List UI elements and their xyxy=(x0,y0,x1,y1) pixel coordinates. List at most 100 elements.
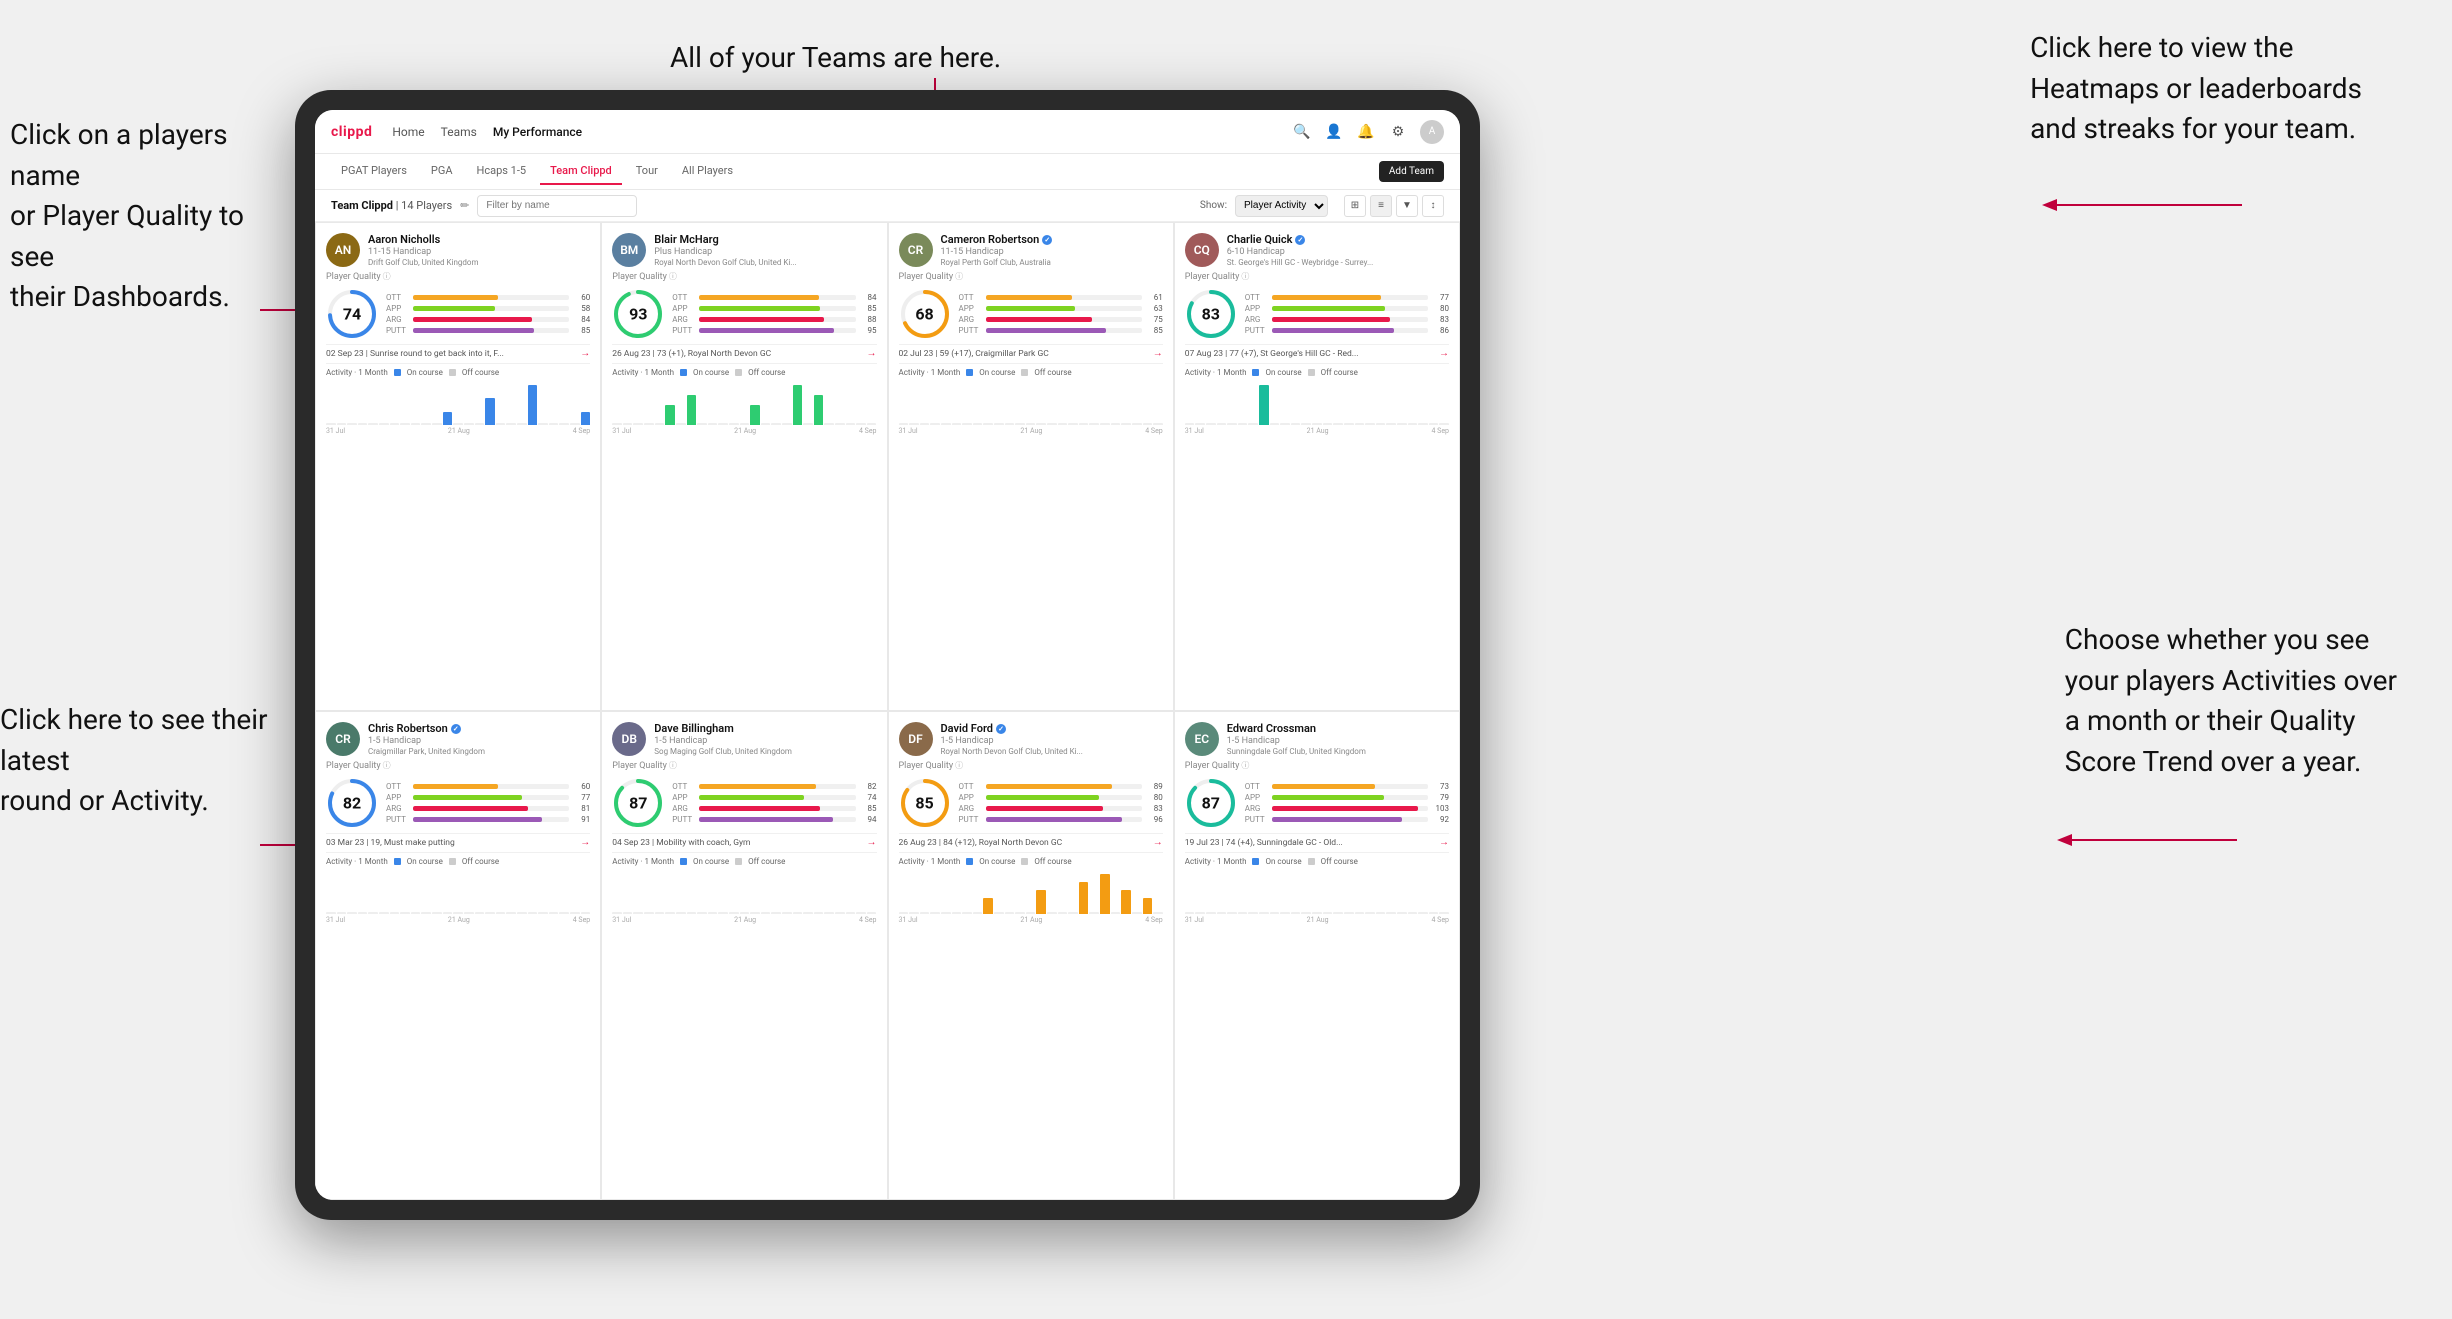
tab-all-players[interactable]: All Players xyxy=(672,158,743,185)
stat-value: 73 xyxy=(1431,782,1449,791)
player-name[interactable]: Charlie Quick ✓ xyxy=(1227,233,1449,246)
edit-icon[interactable]: ✏ xyxy=(460,199,469,212)
stat-value: 85 xyxy=(859,304,877,313)
annotation-top-right: Click here to view the Heatmaps or leade… xyxy=(2030,28,2362,150)
quality-circle[interactable]: 82 xyxy=(326,777,378,829)
bell-icon[interactable]: 🔔 xyxy=(1356,122,1376,142)
add-team-button[interactable]: Add Team xyxy=(1379,161,1444,182)
chart-labels: 31 Jul 21 Aug 4 Sep xyxy=(326,916,590,924)
quality-section[interactable]: 74 OTT 60 APP xyxy=(326,288,590,340)
show-select[interactable]: Player Activity xyxy=(1235,195,1328,217)
quality-circle[interactable]: 87 xyxy=(1185,777,1237,829)
tab-pga[interactable]: PGA xyxy=(421,158,463,185)
settings-icon[interactable]: ⚙ xyxy=(1388,122,1408,142)
show-label: Show: xyxy=(1200,200,1227,211)
user-icon[interactable]: 👤 xyxy=(1324,122,1344,142)
quality-section[interactable]: 93 OTT 84 APP xyxy=(612,288,876,340)
on-course-dot xyxy=(680,858,687,865)
chart-label-mid: 21 Aug xyxy=(448,427,470,435)
filter-button[interactable]: ▼ xyxy=(1396,195,1418,217)
stat-label: ARG xyxy=(959,315,983,324)
nav-teams[interactable]: Teams xyxy=(441,121,477,143)
last-round[interactable]: 07 Aug 23 | 77 (+7), St George's Hill GC… xyxy=(1185,344,1449,359)
chart-bar xyxy=(708,423,718,425)
quality-circle[interactable]: 93 xyxy=(612,288,664,340)
chart-bar xyxy=(379,912,389,914)
chart-bar xyxy=(1408,423,1418,425)
stat-value: 58 xyxy=(572,304,590,313)
chart-bar xyxy=(930,423,940,425)
tab-tour[interactable]: Tour xyxy=(626,158,668,185)
tab-team-clippd[interactable]: Team Clippd xyxy=(540,158,622,185)
player-info: Dave Billingham 1-5 Handicap Sog Maging … xyxy=(654,722,876,756)
quality-circle[interactable]: 74 xyxy=(326,288,378,340)
chart-bar xyxy=(973,423,983,425)
quality-section[interactable]: 87 OTT 82 APP xyxy=(612,777,876,829)
chart-label-mid: 21 Aug xyxy=(1020,427,1042,435)
chart-bar xyxy=(665,912,675,914)
chart-bar xyxy=(390,423,400,425)
quality-section[interactable]: 85 OTT 89 APP xyxy=(899,777,1163,829)
chart-bar xyxy=(687,912,697,914)
player-info: Cameron Robertson ✓ 11-15 Handicap Royal… xyxy=(941,233,1163,267)
quality-circle[interactable]: 83 xyxy=(1185,288,1237,340)
round-text: 19 Jul 23 | 74 (+4), Sunningdale GC - Ol… xyxy=(1185,838,1439,848)
last-round[interactable]: 26 Aug 23 | 73 (+1), Royal North Devon G… xyxy=(612,344,876,359)
stat-label: OTT xyxy=(1245,782,1269,791)
stat-value: 86 xyxy=(1431,326,1449,335)
chart-bar xyxy=(1291,423,1301,425)
activity-label: Activity · 1 Month xyxy=(1185,368,1247,377)
player-name[interactable]: Dave Billingham xyxy=(654,722,876,735)
quality-circle[interactable]: 68 xyxy=(899,288,951,340)
avatar[interactable]: A xyxy=(1420,120,1444,144)
chart-bar xyxy=(740,423,750,425)
last-round[interactable]: 19 Jul 23 | 74 (+4), Sunningdale GC - Ol… xyxy=(1185,833,1449,848)
quality-section[interactable]: 68 OTT 61 APP xyxy=(899,288,1163,340)
nav-my-performance[interactable]: My Performance xyxy=(493,121,582,143)
player-name[interactable]: Cameron Robertson ✓ xyxy=(941,233,1163,246)
player-avatar: CR xyxy=(326,722,360,756)
quality-section[interactable]: 82 OTT 60 APP xyxy=(326,777,590,829)
tab-pgat-players[interactable]: PGAT Players xyxy=(331,158,417,185)
stat-bar-fill xyxy=(986,328,1107,333)
quality-section[interactable]: 83 OTT 77 APP xyxy=(1185,288,1449,340)
stat-row: ARG 103 xyxy=(1245,804,1449,813)
chart-bar xyxy=(400,423,410,425)
stats-bars: OTT 60 APP 77 xyxy=(386,782,590,824)
off-course-label: Off course xyxy=(1034,857,1071,866)
player-name[interactable]: Blair McHarg xyxy=(654,233,876,246)
quality-section[interactable]: 87 OTT 73 APP xyxy=(1185,777,1449,829)
chart-bar xyxy=(1323,423,1333,425)
chart-bar xyxy=(1079,423,1089,425)
list-view-button[interactable]: ≡ xyxy=(1370,195,1392,217)
last-round[interactable]: 04 Sep 23 | Mobility with coach, Gym → xyxy=(612,833,876,848)
tab-hcaps[interactable]: Hcaps 1-5 xyxy=(467,158,537,185)
last-round[interactable]: 03 Mar 23 | 19, Must make putting → xyxy=(326,833,590,848)
view-icons: ⊞ ≡ ▼ ↕ xyxy=(1344,195,1444,217)
player-name[interactable]: Aaron Nicholls xyxy=(368,233,590,246)
last-round[interactable]: 02 Sep 23 | Sunrise round to get back in… xyxy=(326,344,590,359)
chart-bar xyxy=(962,912,972,914)
quality-circle[interactable]: 87 xyxy=(612,777,664,829)
quality-circle[interactable]: 85 xyxy=(899,777,951,829)
stat-bar-fill xyxy=(699,328,834,333)
off-course-label: Off course xyxy=(748,368,785,377)
stats-bars: OTT 82 APP 74 xyxy=(672,782,876,824)
off-course-dot xyxy=(735,858,742,865)
sort-button[interactable]: ↕ xyxy=(1422,195,1444,217)
stat-bar-bg xyxy=(986,317,1142,322)
last-round[interactable]: 02 Jul 23 | 59 (+17), Craigmillar Park G… xyxy=(899,344,1163,359)
player-name[interactable]: David Ford ✓ xyxy=(941,722,1163,735)
round-arrow-icon: → xyxy=(1439,837,1449,848)
filter-input[interactable] xyxy=(477,195,637,217)
stat-row: OTT 61 xyxy=(959,293,1163,302)
last-round[interactable]: 26 Aug 23 | 84 (+12), Royal North Devon … xyxy=(899,833,1163,848)
chart-bar xyxy=(718,912,728,914)
annotation-right-bottom: Choose whether you see your players Acti… xyxy=(2065,620,2397,782)
grid-view-button[interactable]: ⊞ xyxy=(1344,195,1366,217)
search-icon[interactable]: 🔍 xyxy=(1292,122,1312,142)
nav-home[interactable]: Home xyxy=(392,121,424,143)
activity-section: Activity · 1 Month On course Off course xyxy=(899,852,1163,924)
player-name[interactable]: Chris Robertson ✓ xyxy=(368,722,590,735)
player-name[interactable]: Edward Crossman xyxy=(1227,722,1449,735)
